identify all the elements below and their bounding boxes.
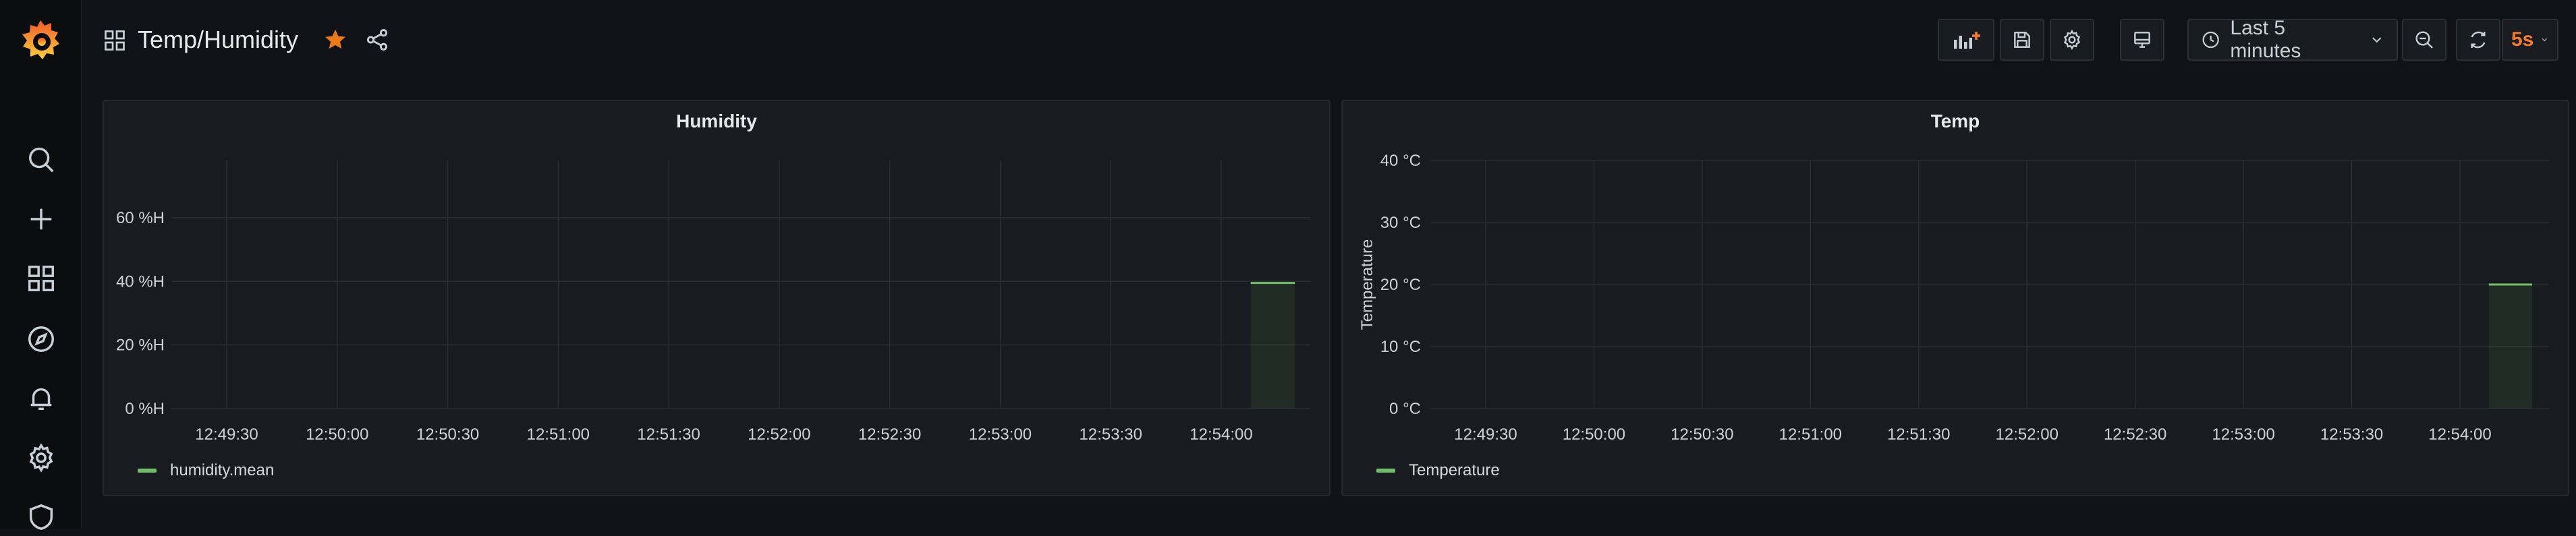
x-tick-label: 12:52:00 bbox=[748, 425, 810, 444]
tv-mode-button[interactable] bbox=[2120, 19, 2164, 61]
x-tick-label: 12:51:30 bbox=[1887, 425, 1950, 444]
x-tick-label: 12:49:30 bbox=[195, 425, 258, 444]
search-icon[interactable] bbox=[26, 144, 57, 175]
series-area bbox=[2488, 285, 2532, 409]
dashboard-title[interactable]: Temp/Humidity bbox=[138, 26, 298, 54]
temp-panel[interactable]: Temp 0 °C 10 °C 20 °C 30 °C 40 °C 12:49:30 12:… bbox=[1341, 100, 2569, 496]
dashboard-grid-icon bbox=[103, 28, 127, 53]
x-tick-label: 12:53:30 bbox=[1080, 425, 1142, 444]
y-tick-label: 20 °C bbox=[1380, 276, 1421, 294]
legend: humidity.mean bbox=[138, 461, 274, 480]
y-tick-label: 30 °C bbox=[1380, 214, 1421, 232]
x-tick-label: 12:50:30 bbox=[1671, 425, 1733, 444]
save-icon bbox=[2014, 32, 2030, 48]
x-tick-label: 12:49:30 bbox=[1454, 425, 1517, 444]
grafana-logo-icon[interactable] bbox=[16, 16, 65, 65]
time-range-label: Last 5 minutes bbox=[2230, 17, 2301, 62]
add-panel-icon bbox=[1954, 32, 1980, 49]
dashboard-settings-button[interactable] bbox=[2050, 19, 2094, 61]
chevron-down-icon bbox=[2542, 38, 2548, 42]
alert-bell-icon[interactable] bbox=[26, 383, 57, 414]
x-tick-label: 12:51:30 bbox=[637, 425, 700, 444]
x-tick-label: 12:53:00 bbox=[2212, 425, 2274, 444]
x-tick-label: 12:52:30 bbox=[858, 425, 921, 444]
refresh-interval-label: 5s bbox=[2511, 28, 2534, 51]
top-bar: Temp/Humidity Last 5 minutes 5s bbox=[81, 0, 2576, 82]
gear-icon[interactable] bbox=[26, 442, 57, 473]
humidity-chart: 0 %H 20 %H 40 %H 60 %H 12:49:30 12:50:00 12:50… bbox=[116, 160, 1310, 444]
tv-icon bbox=[2134, 32, 2150, 48]
y-tick-label: 40 °C bbox=[1380, 152, 1421, 170]
chevron-down-icon bbox=[2372, 37, 2381, 43]
legend-swatch bbox=[1376, 469, 1395, 473]
zoom-out-button[interactable] bbox=[2402, 19, 2446, 61]
x-tick-label: 12:50:00 bbox=[306, 425, 368, 444]
explore-icon[interactable] bbox=[26, 324, 57, 355]
add-panel-button[interactable] bbox=[1938, 19, 1994, 61]
clock-icon bbox=[2202, 31, 2219, 49]
x-tick-label: 12:51:00 bbox=[1779, 425, 1842, 444]
y-tick-label: 10 °C bbox=[1380, 338, 1421, 356]
y-tick-label: 40 %H bbox=[116, 272, 165, 291]
y-axis-label: Temperature bbox=[1358, 239, 1376, 330]
legend-label[interactable]: Temperature bbox=[1409, 461, 1500, 480]
dashboards-icon[interactable] bbox=[26, 263, 57, 294]
legend-label[interactable]: humidity.mean bbox=[170, 461, 274, 480]
legend-swatch bbox=[138, 469, 157, 473]
x-tick-label: 12:52:00 bbox=[1996, 425, 2059, 444]
series-area bbox=[1250, 282, 1295, 409]
settings-icon bbox=[2063, 29, 2081, 51]
x-tick-label: 12:54:00 bbox=[2428, 425, 2491, 444]
sidebar bbox=[0, 0, 82, 531]
shield-icon[interactable] bbox=[26, 502, 57, 533]
y-tick-label: 20 %H bbox=[116, 336, 165, 355]
x-tick-label: 12:52:30 bbox=[2104, 425, 2166, 444]
star-icon[interactable] bbox=[323, 27, 348, 53]
x-tick-label: 12:50:30 bbox=[416, 425, 479, 444]
legend: Temperature bbox=[1376, 461, 1500, 480]
refresh-icon bbox=[2471, 31, 2486, 49]
x-tick-label: 12:50:00 bbox=[1563, 425, 1625, 444]
x-tick-label: 12:53:30 bbox=[2320, 425, 2383, 444]
time-range-picker[interactable]: Last 5 minutes bbox=[2187, 17, 2398, 62]
zoom-out-icon bbox=[2415, 31, 2433, 49]
y-tick-label: 0 %H bbox=[125, 400, 165, 418]
y-tick-label: 60 %H bbox=[116, 209, 165, 227]
refresh-button[interactable] bbox=[2456, 19, 2500, 61]
refresh-interval-picker[interactable]: 5s bbox=[2502, 19, 2558, 61]
plus-icon[interactable] bbox=[26, 204, 57, 235]
y-tick-label: 0 °C bbox=[1389, 400, 1421, 418]
humidity-panel[interactable]: Humidity 0 %H 20 %H 40 %H 60 %H 12:49:30 12:5… bbox=[103, 100, 1331, 496]
x-tick-label: 12:53:00 bbox=[969, 425, 1032, 444]
share-icon[interactable] bbox=[364, 27, 390, 53]
save-dashboard-button[interactable] bbox=[2000, 19, 2044, 61]
temp-chart: 0 °C 10 °C 20 °C 30 °C 40 °C 12:49:30 12:50:00… bbox=[1358, 152, 2549, 444]
x-tick-label: 12:51:00 bbox=[527, 425, 590, 444]
x-tick-label: 12:54:00 bbox=[1189, 425, 1252, 444]
